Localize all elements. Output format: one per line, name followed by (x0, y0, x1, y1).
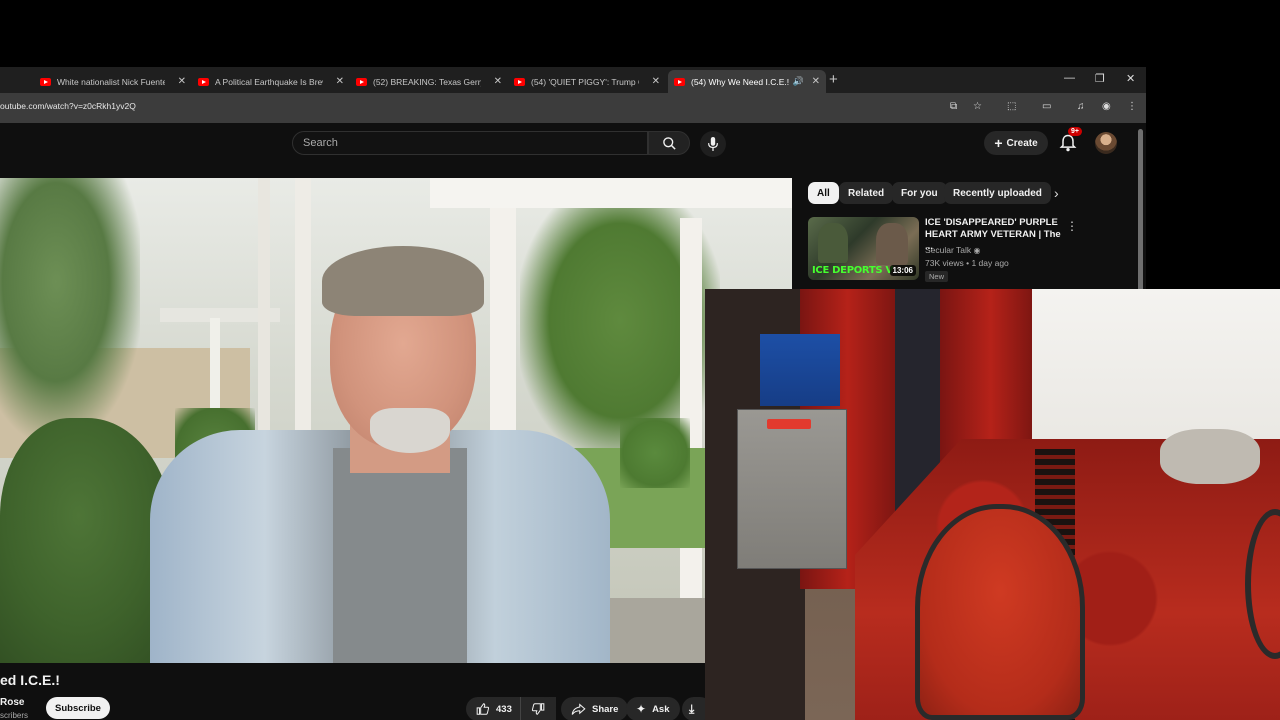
hedge (620, 418, 690, 488)
install-app-icon[interactable]: ⧉ (950, 101, 957, 112)
more-actions-icon[interactable]: ⋮ (1066, 219, 1078, 233)
chip-related[interactable]: Related (839, 182, 894, 204)
video-title: ed I.C.E.! (0, 672, 60, 688)
extensions-icon[interactable]: ⬚ (1007, 101, 1016, 112)
download-icon: ⤓ (689, 701, 695, 716)
tab-title: (54) 'QUIET PIGGY': Trump CRA (531, 76, 639, 87)
address-bar[interactable]: outube.com/watch?v=z0cRkh1yv2Q ⧉ ☆ ⬚ ▭ ♫… (0, 93, 1146, 123)
beer-box (760, 334, 840, 406)
url-text[interactable]: outube.com/watch?v=z0cRkh1yv2Q (0, 101, 136, 111)
person-hair (322, 246, 484, 316)
ask-button[interactable]: ✦ Ask (626, 697, 680, 720)
close-tab-icon[interactable]: ✕ (652, 76, 660, 87)
notifications-bell-icon[interactable] (1058, 133, 1078, 153)
share-button[interactable]: Share (561, 697, 629, 720)
pillow (1160, 429, 1260, 484)
speaker-icon[interactable]: 🔊 (793, 76, 804, 87)
new-tab-icon[interactable]: + (829, 71, 838, 88)
patio-beam (430, 178, 792, 208)
youtube-favicon-icon (356, 77, 367, 86)
chip-recently-uploaded[interactable]: Recently uploaded (944, 182, 1051, 204)
thumbnail-text: ICE DEPORTS V (812, 265, 893, 276)
tab-title: (52) BREAKING: Texas Gerryman (373, 76, 481, 87)
restore-icon[interactable]: ❐ (1095, 72, 1105, 85)
chip-all[interactable]: All (808, 182, 839, 204)
microphone-icon (708, 137, 718, 151)
chip-for-you[interactable]: For you (892, 182, 947, 204)
chevron-right-icon[interactable]: › (1054, 185, 1059, 201)
share-label: Share (592, 703, 619, 715)
browser-tab-4[interactable]: (54) 'QUIET PIGGY': Trump CRA ✕ (508, 70, 666, 93)
tab-title: White nationalist Nick Fuentes (57, 76, 165, 87)
sparkle-icon: ✦ (636, 702, 647, 716)
person-beard (370, 408, 450, 453)
video-player[interactable] (0, 178, 792, 663)
webcam-overlay (705, 289, 1280, 720)
recommended-thumbnail[interactable]: ICE DEPORTS V 13:06 (808, 217, 919, 280)
channel-name: Secular Talk (925, 245, 972, 255)
close-tab-icon[interactable]: ✕ (336, 76, 344, 87)
profile-icon[interactable]: ◉ (1102, 101, 1111, 112)
screen: White nationalist Nick Fuentes ✕ A Polit… (0, 0, 1280, 720)
close-tab-icon[interactable]: ✕ (812, 76, 820, 87)
menu-kebab-icon[interactable]: ⋮ (1127, 101, 1137, 112)
youtube-favicon-icon (674, 77, 685, 86)
tab-title: A Political Earthquake Is Brewin (215, 76, 323, 87)
chair-back (915, 504, 1085, 720)
thumbs-down-icon (531, 703, 545, 715)
youtube-masthead: Search + Create 9+ (0, 123, 1146, 179)
sidepanel-icon[interactable]: ▭ (1042, 101, 1051, 112)
youtube-favicon-icon (514, 77, 525, 86)
create-label: Create (1006, 137, 1038, 149)
subscribe-button[interactable]: Subscribe (46, 697, 110, 719)
close-tab-icon[interactable]: ✕ (494, 76, 502, 87)
thumbnail-figure (876, 223, 908, 265)
search-button[interactable] (648, 131, 690, 155)
browser-tab-2[interactable]: A Political Earthquake Is Brewin ✕ (192, 70, 350, 93)
video-duration-badge: 13:06 (889, 265, 916, 276)
notification-count-badge: 9+ (1068, 127, 1082, 136)
bush (0, 418, 175, 663)
page-scrollbar[interactable] (1138, 129, 1143, 294)
thumbs-up-icon (476, 703, 490, 715)
youtube-favicon-icon (198, 77, 209, 86)
minimize-icon[interactable]: — (1064, 72, 1075, 84)
bookmark-star-icon[interactable]: ☆ (973, 101, 982, 112)
tab-strip: White nationalist Nick Fuentes ✕ A Polit… (0, 67, 1146, 93)
browser-tab-1[interactable]: White nationalist Nick Fuentes ✕ (34, 70, 192, 93)
recommended-meta: 73K views • 1 day ago (925, 258, 1009, 268)
ask-label: Ask (652, 703, 670, 715)
mini-fridge (737, 409, 847, 569)
create-button[interactable]: + Create (984, 131, 1048, 155)
search-input[interactable]: Search (292, 131, 648, 155)
share-arrow-icon (571, 702, 586, 715)
recommended-channel[interactable]: Secular Talk ◉ (925, 245, 981, 255)
browser-tab-3[interactable]: (52) BREAKING: Texas Gerryman ✕ (350, 70, 508, 93)
tree-foliage (0, 178, 140, 438)
verified-check-icon: ◉ (973, 246, 981, 255)
voice-search-button[interactable] (700, 131, 726, 157)
thumbnail-figure (818, 223, 848, 263)
supreme-sticker (767, 419, 811, 429)
youtube-favicon-icon (40, 77, 51, 86)
person-undershirt (333, 448, 467, 663)
media-control-icon[interactable]: ♫ (1077, 101, 1085, 112)
dislike-button[interactable] (520, 697, 556, 720)
browser-tab-active[interactable]: (54) Why We Need I.C.E.! - 🔊 ✕ (668, 70, 826, 93)
plus-icon: + (994, 135, 1003, 151)
channel-name[interactable]: Rose (0, 697, 24, 708)
close-window-icon[interactable]: ✕ (1126, 72, 1135, 85)
account-avatar[interactable] (1095, 132, 1117, 154)
subscriber-count: scribers (0, 711, 29, 720)
like-count: 433 (496, 703, 512, 715)
close-tab-icon[interactable]: ✕ (178, 76, 186, 87)
search-icon (662, 136, 676, 150)
tab-title: (54) Why We Need I.C.E.! - (691, 76, 791, 87)
new-badge: New (925, 271, 949, 282)
